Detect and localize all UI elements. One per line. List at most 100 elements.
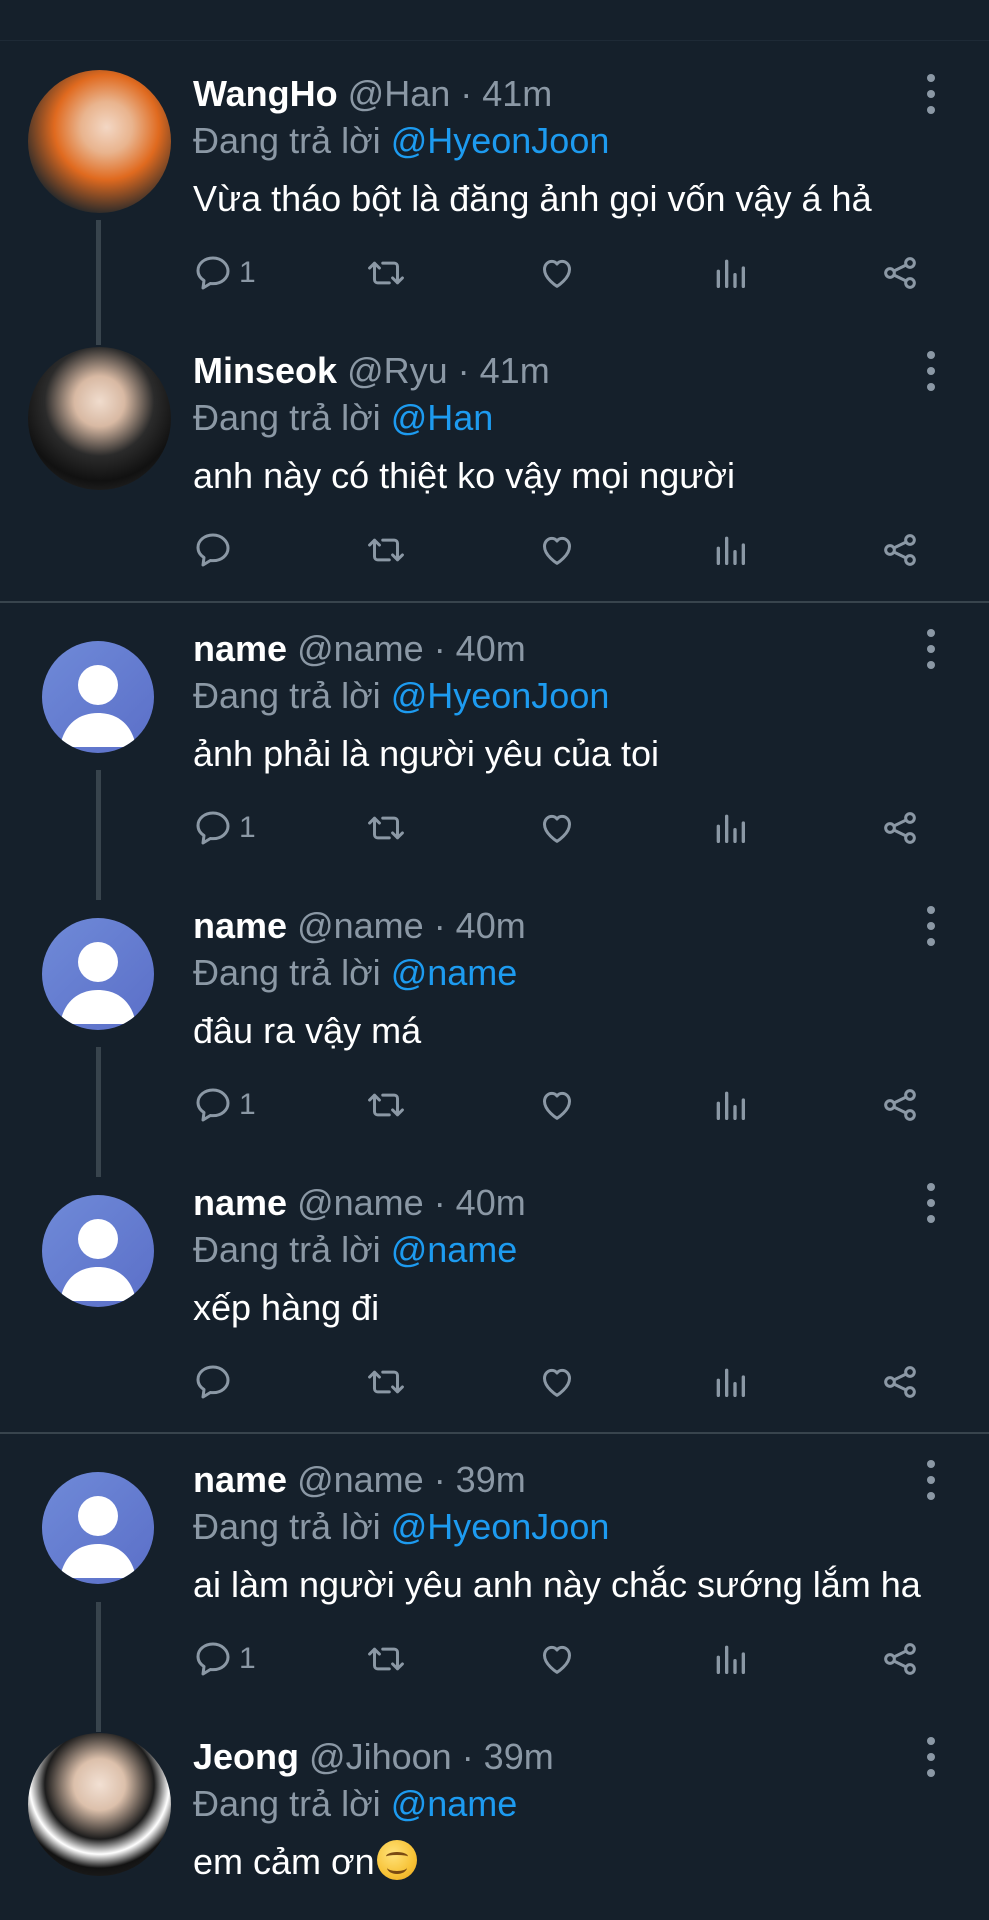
user-handle[interactable]: @Han — [348, 73, 451, 114]
share-button[interactable] — [878, 525, 922, 575]
smiling-face-emoji-icon — [376, 1840, 417, 1880]
reply-button[interactable] — [193, 525, 239, 575]
timestamp: · 40m — [433, 628, 526, 669]
mention-link[interactable]: @Han — [391, 397, 494, 438]
like-button[interactable] — [536, 1357, 578, 1407]
default-avatar-icon — [60, 1496, 136, 1578]
mention-link[interactable]: @HyeonJoon — [391, 675, 610, 716]
tweet[interactable]: Jeong @Jihoon · 39m Đang trả lời @name e… — [0, 1733, 989, 1920]
tweet-actions — [193, 525, 933, 575]
user-handle[interactable]: @name — [297, 1182, 424, 1223]
tweet-header: name @name · 39m — [193, 1458, 526, 1502]
tweet[interactable]: name @name · 40m Đang trả lời @name xếp … — [0, 1179, 989, 1456]
avatar[interactable] — [42, 641, 154, 753]
retweet-button[interactable] — [363, 525, 409, 575]
avatar[interactable] — [42, 1195, 154, 1307]
user-handle[interactable]: @name — [297, 628, 424, 669]
user-handle[interactable]: @name — [297, 905, 424, 946]
tweet[interactable]: Minseok @Ryu · 41m Đang trả lời @Han anh… — [0, 347, 989, 624]
mention-link[interactable]: @name — [391, 1229, 518, 1270]
like-button[interactable] — [536, 1080, 578, 1130]
like-button[interactable] — [536, 1634, 578, 1684]
share-icon — [884, 812, 916, 844]
share-icon — [884, 1366, 916, 1398]
display-name[interactable]: name — [193, 1459, 287, 1500]
mention-link[interactable]: @name — [391, 952, 518, 993]
avatar[interactable] — [28, 70, 171, 213]
user-handle[interactable]: @Jihoon — [309, 1736, 452, 1777]
user-handle[interactable]: @name — [297, 1459, 424, 1500]
more-options-icon[interactable] — [918, 629, 944, 669]
reply-button[interactable]: 1 — [193, 1080, 256, 1130]
more-options-icon[interactable] — [918, 1183, 944, 1223]
tweet[interactable]: name @name · 40m Đang trả lời @name đâu … — [0, 902, 989, 1179]
reply-button[interactable]: 1 — [193, 248, 256, 298]
tweet[interactable]: name @name · 39m Đang trả lời @HyeonJoon… — [0, 1456, 989, 1733]
mention-link[interactable]: @HyeonJoon — [391, 1506, 610, 1547]
views-button[interactable] — [710, 1357, 750, 1407]
display-name[interactable]: Jeong — [193, 1736, 299, 1777]
timestamp: · 40m — [433, 1182, 526, 1223]
more-options-icon[interactable] — [918, 906, 944, 946]
tweet-header: Minseok @Ryu · 41m — [193, 349, 550, 393]
retweet-button[interactable] — [363, 803, 409, 853]
display-name[interactable]: WangHo — [193, 73, 338, 114]
display-name[interactable]: name — [193, 905, 287, 946]
display-name[interactable]: name — [193, 1182, 287, 1223]
reply-button[interactable] — [193, 1357, 239, 1407]
reply-icon — [196, 1088, 230, 1122]
user-handle[interactable]: @Ryu — [347, 350, 448, 391]
views-button[interactable] — [710, 1634, 750, 1684]
like-button[interactable] — [536, 803, 578, 853]
retweet-icon — [368, 1093, 404, 1117]
display-name[interactable]: name — [193, 628, 287, 669]
reply-button[interactable]: 1 — [193, 1634, 256, 1684]
share-button[interactable] — [878, 1634, 922, 1684]
replying-to-label: Đang trả lời — [193, 1506, 381, 1547]
share-button[interactable] — [878, 1357, 922, 1407]
share-button[interactable] — [878, 803, 922, 853]
timestamp: · 39m — [461, 1736, 554, 1777]
like-icon — [543, 1091, 571, 1120]
more-options-icon[interactable] — [918, 351, 944, 391]
mention-link[interactable]: @HyeonJoon — [391, 120, 610, 161]
replying-to-label: Đang trả lời — [193, 120, 381, 161]
views-button[interactable] — [710, 248, 750, 298]
views-icon — [716, 1368, 745, 1397]
avatar[interactable] — [28, 347, 171, 490]
share-button[interactable] — [878, 1080, 922, 1130]
like-icon — [543, 1368, 571, 1397]
views-button[interactable] — [710, 525, 750, 575]
more-options-icon[interactable] — [918, 1460, 944, 1500]
tweet[interactable]: name @name · 40m Đang trả lời @HyeonJoon… — [0, 625, 989, 902]
retweet-button[interactable] — [363, 248, 409, 298]
avatar[interactable] — [28, 1733, 171, 1876]
reply-count: 1 — [239, 1642, 256, 1675]
views-icon — [716, 1091, 745, 1120]
like-icon — [543, 1645, 571, 1674]
share-button[interactable] — [878, 248, 922, 298]
timestamp: · 39m — [433, 1459, 526, 1500]
retweet-icon — [368, 816, 404, 840]
retweet-button[interactable] — [363, 1080, 409, 1130]
retweet-button[interactable] — [363, 1634, 409, 1684]
like-icon — [543, 259, 571, 288]
more-options-icon[interactable] — [918, 74, 944, 114]
views-button[interactable] — [710, 1080, 750, 1130]
avatar[interactable] — [42, 918, 154, 1030]
display-name[interactable]: Minseok — [193, 350, 337, 391]
views-button[interactable] — [710, 803, 750, 853]
tweet[interactable]: WangHo @Han · 41m Đang trả lời @HyeonJoo… — [0, 70, 989, 347]
retweet-icon — [368, 1647, 404, 1671]
like-icon — [543, 536, 571, 565]
like-button[interactable] — [536, 525, 578, 575]
more-options-icon[interactable] — [918, 1737, 944, 1777]
avatar[interactable] — [42, 1472, 154, 1584]
views-icon — [716, 536, 745, 565]
reply-button[interactable]: 1 — [193, 803, 256, 853]
tweet-actions: 1 — [193, 248, 933, 298]
mention-link[interactable]: @name — [391, 1783, 518, 1824]
retweet-button[interactable] — [363, 1357, 409, 1407]
tweet-text: Vừa tháo bột là đăng ảnh gọi vốn vậy á h… — [193, 178, 872, 219]
like-button[interactable] — [536, 248, 578, 298]
